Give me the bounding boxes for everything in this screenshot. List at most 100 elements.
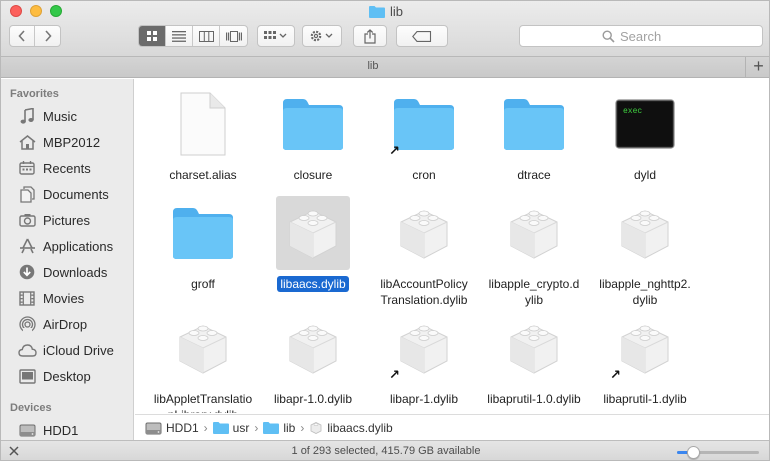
file-thumbnail[interactable]: ↗	[387, 87, 461, 161]
dylib-icon	[510, 325, 558, 374]
file-thumbnail[interactable]	[276, 311, 350, 385]
music-icon	[17, 107, 37, 125]
search-icon	[602, 29, 615, 43]
chevron-right-icon	[44, 30, 52, 42]
icon-size-slider[interactable]	[677, 446, 759, 459]
path-segment-usr[interactable]: usr	[212, 421, 249, 435]
file-thumbnail[interactable]	[497, 196, 571, 270]
file-thumbnail[interactable]	[166, 196, 240, 270]
dylib-icon	[510, 210, 558, 259]
sidebar-item-label: HDD1	[43, 422, 79, 438]
back-button[interactable]	[10, 26, 35, 46]
forward-button[interactable]	[35, 26, 60, 46]
sidebar-item-music[interactable]: Music	[1, 104, 134, 128]
sidebar-item-label: Downloads	[43, 264, 108, 280]
documents-icon	[17, 185, 37, 203]
columns-icon	[198, 30, 214, 42]
sidebar-item-applications[interactable]: Applications	[1, 234, 134, 258]
sidebar-item-label: MBP2012	[43, 134, 101, 150]
sidebar-item-label: Music	[43, 108, 77, 124]
file-thumbnail[interactable]: ↗	[387, 311, 461, 385]
file-item[interactable]: exec dyld	[590, 87, 700, 183]
alias-arrow-icon: ↗	[389, 367, 400, 382]
file-item[interactable]: libapr-1.0.dylib	[258, 311, 368, 407]
file-item[interactable]: closure	[258, 87, 368, 183]
file-item[interactable]: libaacs.dylib	[258, 196, 368, 292]
file-thumbnail[interactable]	[166, 87, 240, 161]
path-segment-label: lib	[283, 420, 296, 435]
sidebar-item-pictures[interactable]: Pictures	[1, 208, 134, 232]
file-name-text: libapr-1.0.dylib	[273, 392, 353, 406]
file-item[interactable]: libAccountPolicy Translation.dylib	[369, 196, 479, 308]
cover-flow-view-button[interactable]	[220, 26, 247, 46]
file-thumbnail[interactable]: ↗	[608, 311, 682, 385]
arrange-grid-icon	[264, 31, 287, 39]
list-view-button[interactable]	[166, 26, 193, 46]
file-item[interactable]: libapple_crypto.d ylib	[479, 196, 589, 308]
file-thumbnail[interactable]	[497, 87, 571, 161]
file-item[interactable]: ↗ libapr-1.dylib	[369, 311, 479, 407]
folder-icon	[263, 421, 280, 434]
recents-icon	[17, 159, 37, 177]
file-name: libapr-1.dylib	[369, 391, 479, 407]
sidebar-item-hdd1[interactable]: HDD1	[1, 418, 134, 442]
file-item[interactable]: libAppletTranslationLibrary.dylib	[148, 311, 258, 413]
path-segment-lib[interactable]: lib	[263, 421, 295, 435]
sidebar-item-label: Recents	[43, 160, 91, 176]
file-item[interactable]: libaprutil-1.0.dylib	[479, 311, 589, 407]
tab-lib[interactable]: lib	[1, 60, 745, 72]
icon-size-slider-knob[interactable]	[687, 446, 701, 459]
alias-arrow-icon: ↗	[389, 143, 400, 158]
sidebar-header-devices: Devices	[10, 402, 52, 414]
tags-button[interactable]	[396, 25, 448, 47]
sidebar-item-airdrop[interactable]: AirDrop	[1, 312, 134, 336]
file-thumbnail[interactable]	[497, 311, 571, 385]
file-name-text: libaacs.dylib	[277, 276, 349, 292]
icon-view-button[interactable]	[139, 26, 166, 46]
title-toolbar: lib	[1, 1, 769, 57]
sidebar-item-movies[interactable]: Movies	[1, 286, 134, 310]
path-separator: ›	[254, 420, 259, 435]
sidebar-item-documents[interactable]: Documents	[1, 182, 134, 206]
column-view-button[interactable]	[193, 26, 220, 46]
sidebar-item-label: Documents	[43, 186, 109, 202]
file-name-text: libapple_crypto.d ylib	[488, 277, 580, 307]
file-item[interactable]: ↗ cron	[369, 87, 479, 183]
sidebar-item-icloud-drive[interactable]: iCloud Drive	[1, 338, 134, 362]
path-segment-hdd1[interactable]: HDD1	[145, 421, 199, 435]
file-item[interactable]: dtrace	[479, 87, 589, 183]
arrange-button[interactable]	[257, 25, 295, 47]
sidebar-item-downloads[interactable]: Downloads	[1, 260, 134, 284]
search-input[interactable]	[620, 28, 680, 44]
dylib-icon	[621, 210, 669, 259]
sidebar-item-recents[interactable]: Recents	[1, 156, 134, 180]
file-item[interactable]: ↗ libaprutil-1.dylib	[590, 311, 700, 407]
sidebar-item-mbp2012[interactable]: MBP2012	[1, 130, 134, 154]
file-name-text: libAccountPolicy Translation.dylib	[380, 277, 468, 307]
file-thumbnail[interactable]	[276, 87, 350, 161]
path-segment-label: HDD1	[166, 420, 199, 435]
gear-icon	[310, 30, 333, 42]
file-item[interactable]: groff	[148, 196, 258, 292]
file-item[interactable]: libapple_nghttp2. dylib	[590, 196, 700, 308]
file-name: libapple_crypto.d ylib	[479, 276, 589, 308]
view-mode-group	[138, 25, 248, 47]
new-tab-button[interactable]: +	[745, 57, 769, 78]
file-thumbnail[interactable]	[608, 196, 682, 270]
window-title-text: lib	[389, 4, 403, 19]
file-thumbnail[interactable]: exec	[608, 87, 682, 161]
search-field[interactable]	[519, 25, 763, 47]
sidebar-item-label: Desktop	[43, 368, 91, 384]
file-thumbnail[interactable]	[387, 196, 461, 270]
window-title: lib	[1, 4, 769, 21]
share-button[interactable]	[353, 25, 387, 47]
sidebar-item-desktop[interactable]: Desktop	[1, 364, 134, 388]
hard-drive-icon	[17, 421, 37, 439]
file-name: dtrace	[479, 167, 589, 183]
file-item[interactable]: charset.alias	[148, 87, 258, 183]
path-segment-libaacs-dylib[interactable]: libaacs.dylib	[309, 421, 393, 435]
file-thumbnail[interactable]	[276, 196, 350, 270]
action-button[interactable]	[302, 25, 342, 47]
desktop-icon	[17, 367, 37, 385]
file-thumbnail[interactable]	[166, 311, 240, 385]
